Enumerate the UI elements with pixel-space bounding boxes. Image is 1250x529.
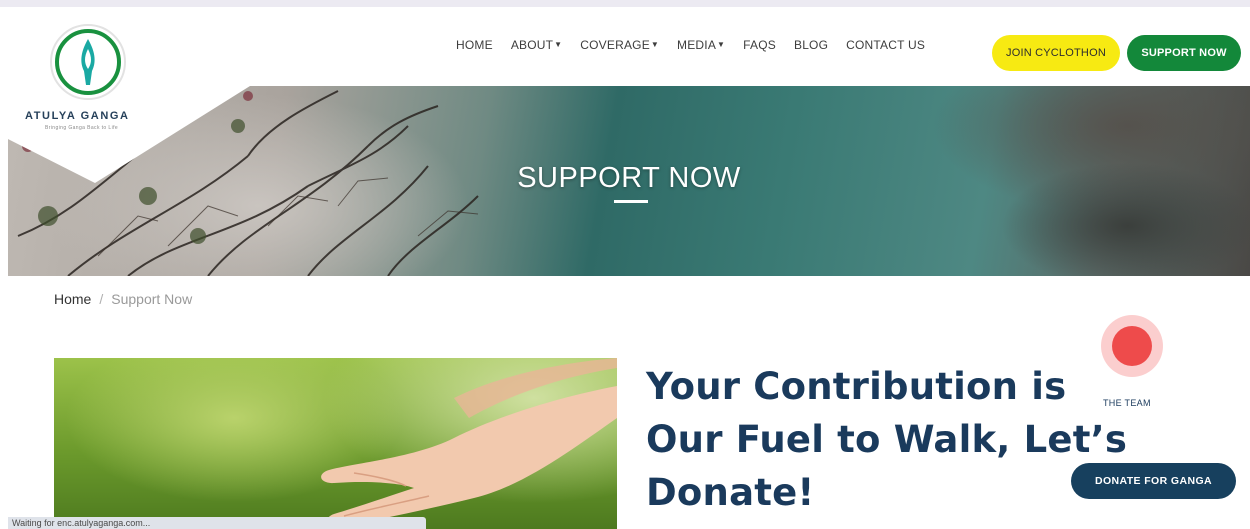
logo-name: ATULYA GANGA <box>25 110 130 122</box>
nav-contact-label: CONTACT US <box>846 38 926 52</box>
heading-line-2: Our Fuel to Walk, Let’s <box>646 418 1128 461</box>
nav-blog-label: BLOG <box>793 38 829 52</box>
nav-about-label: ABOUT <box>510 38 554 52</box>
browser-top-strip <box>0 0 1250 7</box>
donation-hand-image <box>54 358 617 529</box>
breadcrumb-current: Support Now <box>111 291 193 307</box>
breadcrumb-home[interactable]: Home <box>54 291 91 307</box>
caret-down-icon: ▼ <box>650 40 660 49</box>
nav-media-label: MEDIA <box>677 38 717 52</box>
join-cyclothon-label: JOIN CYCLOTHON <box>1006 47 1106 59</box>
hand-illustration <box>321 358 617 529</box>
nav-home[interactable]: HOME <box>456 38 493 52</box>
logo-badge <box>0 7 250 183</box>
team-button[interactable] <box>1112 326 1152 366</box>
nav-faqs-label: FAQS <box>743 38 776 52</box>
browser-status-bar: Waiting for enc.atulyaganga.com... <box>8 517 426 529</box>
logo-tagline: Bringing Ganga Back to Life <box>45 125 119 131</box>
hero-title-underline <box>614 200 648 203</box>
main-nav: HOME ABOUT▼ COVERAGE▼ MEDIA▼ FAQS BLOG C… <box>456 38 943 52</box>
nav-faqs[interactable]: FAQS <box>743 38 776 52</box>
breadcrumb: Home / Support Now <box>54 291 192 307</box>
nav-media[interactable]: MEDIA▼ <box>677 38 725 52</box>
caret-down-icon: ▼ <box>717 40 726 49</box>
donate-for-ganga-button[interactable]: DONATE FOR GANGA <box>1071 463 1236 499</box>
donate-for-ganga-label: DONATE FOR GANGA <box>1094 475 1213 487</box>
nav-home-label: HOME <box>456 38 493 52</box>
breadcrumb-separator: / <box>99 291 104 307</box>
caret-down-icon: ▼ <box>554 40 563 49</box>
support-now-button[interactable]: SUPPORT NOW <box>1127 35 1241 71</box>
nav-contact[interactable]: CONTACT US <box>846 38 925 52</box>
nav-coverage[interactable]: COVERAGE▼ <box>580 38 659 52</box>
team-label: THE TEAM <box>1103 398 1151 408</box>
nav-blog[interactable]: BLOG <box>794 38 828 52</box>
join-cyclothon-button[interactable]: JOIN CYCLOTHON <box>992 35 1120 71</box>
nav-coverage-label: COVERAGE <box>580 38 650 52</box>
support-now-label: SUPPORT NOW <box>1141 47 1227 59</box>
nav-about[interactable]: ABOUT▼ <box>511 38 562 52</box>
